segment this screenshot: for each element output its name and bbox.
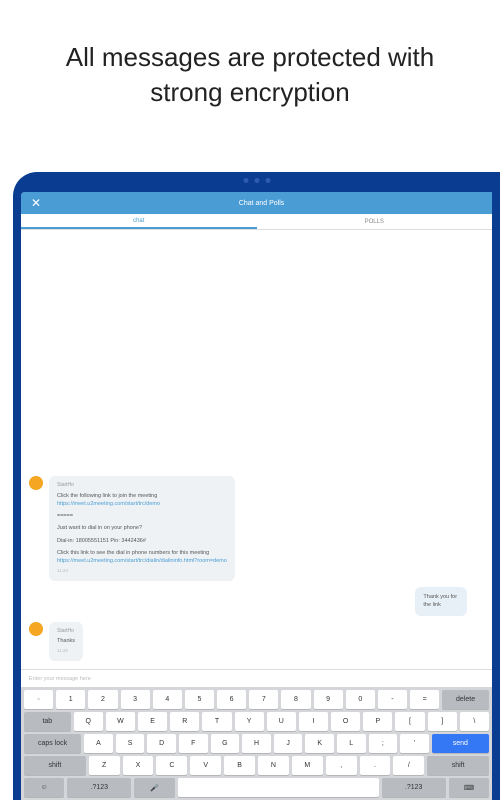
key-num[interactable]: .?123: [67, 778, 131, 797]
screen: ✕ Chat and Polls chat POLLS StartHo Clic…: [21, 192, 492, 800]
keyboard: ~ 1 2 3 4 5 6 7 8 9 0 - = delete tab Q W…: [21, 687, 492, 800]
key[interactable]: V: [190, 756, 221, 775]
key-send[interactable]: send: [432, 734, 489, 753]
msg-link[interactable]: https://meet.u2meeting.com/start/trc/dia…: [57, 557, 227, 565]
tablet-frame: ✕ Chat and Polls chat POLLS StartHo Clic…: [13, 172, 500, 800]
key[interactable]: F: [179, 734, 208, 753]
key[interactable]: ]: [428, 712, 457, 731]
msg-text: Click this link to see the dial in phone…: [57, 549, 227, 557]
msg-text: Dial-in: 18005551151 Pin: 3442436#: [57, 537, 227, 545]
key[interactable]: \: [460, 712, 489, 731]
header-title: Chat and Polls: [41, 200, 482, 207]
message-incoming: StartHo Thanks 11:25: [29, 622, 484, 662]
tab-polls[interactable]: POLLS: [257, 214, 493, 229]
key[interactable]: .: [360, 756, 391, 775]
avatar: [29, 476, 43, 490]
avatar: [29, 622, 43, 636]
key[interactable]: 5: [185, 690, 214, 709]
key-shift[interactable]: shift: [24, 756, 86, 775]
key[interactable]: N: [258, 756, 289, 775]
key-num[interactable]: .?123: [382, 778, 446, 797]
timestamp: 11:25: [57, 648, 75, 655]
key[interactable]: [: [395, 712, 424, 731]
key[interactable]: X: [123, 756, 154, 775]
msg-text: Just want to dial in on your phone?: [57, 524, 227, 532]
key[interactable]: T: [202, 712, 231, 731]
message-bubble: StartHo Thanks 11:25: [49, 622, 83, 662]
key[interactable]: ~: [24, 690, 53, 709]
key[interactable]: 1: [56, 690, 85, 709]
msg-text: Click the following link to join the mee…: [57, 492, 227, 500]
key[interactable]: 9: [314, 690, 343, 709]
close-icon[interactable]: ✕: [31, 196, 41, 210]
key-mic[interactable]: 🎤: [134, 778, 174, 797]
key[interactable]: R: [170, 712, 199, 731]
tab-chat[interactable]: chat: [21, 214, 257, 229]
key-tab[interactable]: tab: [24, 712, 71, 731]
message-input[interactable]: Enter your message here: [21, 669, 492, 687]
key[interactable]: 4: [153, 690, 182, 709]
msg-link[interactable]: https://meet.u2meeting.com/start/trc/dem…: [57, 500, 227, 508]
key-delete[interactable]: delete: [442, 690, 489, 709]
key[interactable]: B: [224, 756, 255, 775]
key[interactable]: Y: [235, 712, 264, 731]
key-emoji[interactable]: ☺: [24, 778, 64, 797]
key[interactable]: C: [156, 756, 187, 775]
key[interactable]: H: [242, 734, 271, 753]
key[interactable]: ,: [326, 756, 357, 775]
message-bubble: StartHo Click the following link to join…: [49, 476, 235, 581]
msg-text: =====: [57, 512, 227, 520]
sender-name: StartHo: [57, 628, 75, 636]
key[interactable]: 0: [346, 690, 375, 709]
key[interactable]: U: [267, 712, 296, 731]
chat-area: StartHo Click the following link to join…: [21, 230, 492, 669]
key[interactable]: K: [305, 734, 334, 753]
key[interactable]: 3: [121, 690, 150, 709]
key[interactable]: 8: [281, 690, 310, 709]
sender-name: StartHo: [57, 482, 227, 490]
key-hide[interactable]: ⌨: [449, 778, 489, 797]
key[interactable]: I: [299, 712, 328, 731]
key[interactable]: 6: [217, 690, 246, 709]
message-incoming: StartHo Click the following link to join…: [29, 476, 484, 581]
key[interactable]: M: [292, 756, 323, 775]
key[interactable]: =: [410, 690, 439, 709]
key[interactable]: J: [274, 734, 303, 753]
key[interactable]: /: [393, 756, 424, 775]
key[interactable]: A: [84, 734, 113, 753]
key[interactable]: ;: [369, 734, 398, 753]
timestamp: 11:24: [57, 568, 227, 575]
camera-dots: [243, 178, 270, 183]
promo-headline: All messages are protected with strong e…: [0, 0, 500, 140]
key-caps[interactable]: caps lock: [24, 734, 81, 753]
key[interactable]: D: [147, 734, 176, 753]
key[interactable]: -: [378, 690, 407, 709]
key[interactable]: O: [331, 712, 360, 731]
key-shift[interactable]: shift: [427, 756, 489, 775]
key[interactable]: E: [138, 712, 167, 731]
key-space[interactable]: [178, 778, 379, 797]
key[interactable]: Z: [89, 756, 120, 775]
key[interactable]: S: [116, 734, 145, 753]
key[interactable]: W: [106, 712, 135, 731]
key[interactable]: Q: [74, 712, 103, 731]
tab-bar: chat POLLS: [21, 214, 492, 230]
key[interactable]: 2: [88, 690, 117, 709]
key[interactable]: G: [211, 734, 240, 753]
message-bubble: Thank you for the link: [415, 587, 466, 616]
key[interactable]: P: [363, 712, 392, 731]
key[interactable]: ': [400, 734, 429, 753]
key[interactable]: L: [337, 734, 366, 753]
key[interactable]: 7: [249, 690, 278, 709]
message-outgoing: Thank you for the link: [415, 587, 484, 616]
msg-text: Thanks: [57, 637, 75, 645]
app-header: ✕ Chat and Polls: [21, 192, 492, 214]
